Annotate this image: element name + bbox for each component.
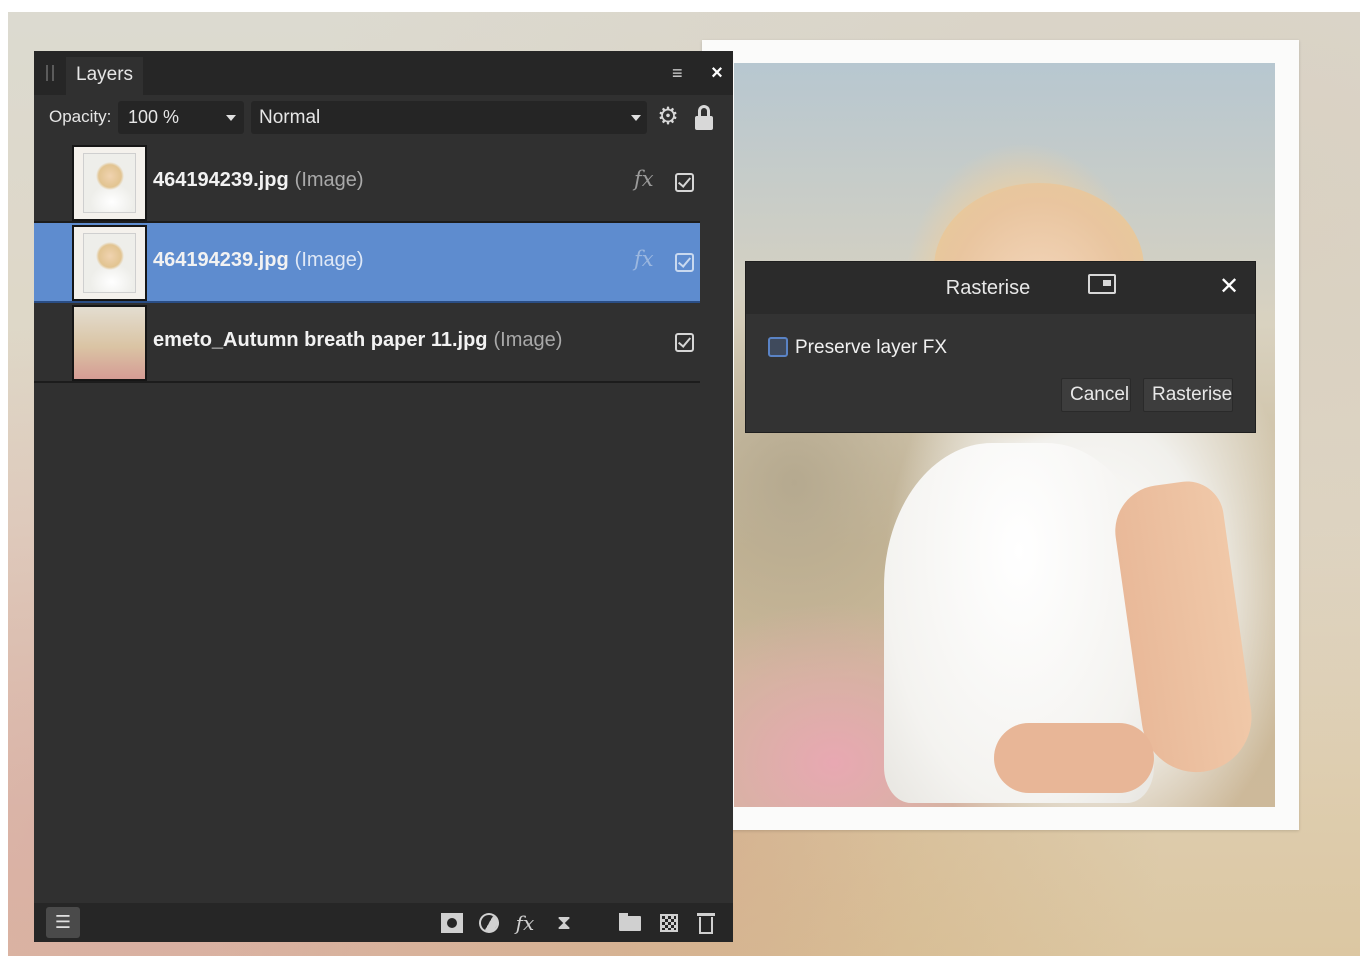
pixel-grid	[660, 914, 678, 932]
panel-grip-icon[interactable]	[46, 65, 54, 81]
thumbnail-photo	[83, 233, 136, 293]
layer-type: (Image)	[294, 169, 364, 191]
opacity-dropdown[interactable]: 100 %	[118, 101, 244, 134]
gear-icon[interactable]: ⚙	[654, 103, 682, 131]
layer-thumbnail	[72, 305, 147, 381]
layer-name-text: 464194239.jpg	[153, 169, 289, 191]
layer-type: (Image)	[493, 329, 563, 351]
layer-name: 464194239.jpg (Image)	[153, 249, 364, 272]
lock-icon[interactable]	[692, 105, 716, 131]
folder-icon[interactable]	[617, 910, 643, 936]
mask-icon[interactable]	[438, 910, 464, 936]
cancel-button[interactable]: Cancel	[1061, 378, 1131, 412]
blend-mode-dropdown[interactable]: Normal	[251, 101, 647, 134]
lock-body	[695, 116, 713, 130]
chevron-down-icon	[631, 115, 641, 121]
preserve-fx-label[interactable]: Preserve layer FX	[795, 337, 947, 359]
thumbnail-paper	[74, 307, 145, 379]
blend-mode-value: Normal	[259, 107, 321, 128]
fx-icon[interactable]: fx	[634, 247, 654, 271]
close-icon[interactable]: ✕	[1216, 274, 1242, 300]
thumbnail-photo	[83, 153, 136, 213]
layer-thumbnail	[72, 225, 147, 301]
layer-type: (Image)	[294, 249, 364, 271]
fx-icon[interactable]: fx	[512, 910, 538, 936]
preserve-fx-checkbox[interactable]	[768, 337, 788, 357]
layer-name-text: 464194239.jpg	[153, 249, 289, 271]
layer-thumbnail	[72, 145, 147, 221]
layer-list: 464194239.jpg (Image) fx 464194239.jpg (Im…	[34, 143, 700, 383]
hourglass-icon[interactable]: ⧗	[551, 910, 577, 936]
pixel-layer-icon[interactable]	[656, 910, 682, 936]
layers-panel: Layers ≡ × Opacity: 100 % Normal ⚙ 46419…	[34, 51, 733, 942]
chevron-down-icon	[226, 115, 236, 121]
layer-name: 464194239.jpg (Image)	[153, 169, 364, 192]
visibility-checkbox[interactable]	[675, 333, 694, 352]
opacity-label: Opacity:	[49, 107, 112, 126]
layer-name-text: emeto_Autumn breath paper 11.jpg	[153, 329, 488, 351]
panel-footer: ☰ fx ⧗	[34, 903, 733, 942]
layer-name: emeto_Autumn breath paper 11.jpg (Image)	[153, 329, 562, 352]
mask-inner	[447, 918, 457, 928]
trash-icon[interactable]	[693, 910, 719, 936]
trash-lid	[697, 913, 715, 916]
visibility-checkbox[interactable]	[675, 253, 694, 272]
dialog-title: Rasterise	[945, 277, 1031, 299]
panel-tabbar: Layers ≡ ×	[34, 51, 733, 95]
opacity-value: 100 %	[128, 107, 180, 127]
dialog-titlebar[interactable]: Rasterise ✕	[746, 262, 1255, 314]
fx-icon[interactable]: fx	[634, 167, 654, 191]
layer-row-selected[interactable]: 464194239.jpg (Image) fx	[34, 223, 700, 303]
snapshot-icon[interactable]	[1088, 274, 1116, 294]
trash-can	[699, 917, 713, 934]
rasterise-dialog: Rasterise ✕ Preserve layer FX Cancel Ras…	[745, 261, 1256, 433]
layer-row[interactable]: 464194239.jpg (Image) fx	[34, 143, 700, 223]
close-icon[interactable]: ×	[707, 61, 727, 85]
adjustment-icon[interactable]	[475, 909, 503, 937]
rasterise-button[interactable]: Rasterise	[1143, 378, 1233, 412]
tab-layers[interactable]: Layers	[66, 57, 144, 95]
photo-hand	[994, 723, 1154, 793]
canvas-photo[interactable]	[734, 63, 1275, 807]
hamburger-menu-icon[interactable]: ≡	[672, 63, 692, 83]
layer-row[interactable]: emeto_Autumn breath paper 11.jpg (Image)	[34, 303, 700, 383]
adjustment-circle	[475, 909, 503, 937]
layers-stack-icon[interactable]: ☰	[46, 907, 80, 938]
folder-body	[619, 916, 641, 931]
visibility-checkbox[interactable]	[675, 173, 694, 192]
